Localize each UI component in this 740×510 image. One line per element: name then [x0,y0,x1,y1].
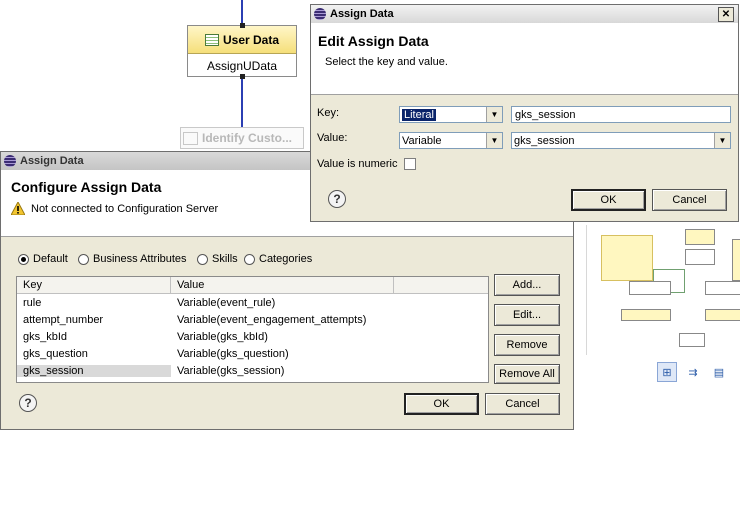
warning-icon [11,202,25,215]
assign-data-table[interactable]: Key Value rule Variable(event_rule) atte… [16,276,489,383]
config-ok-button[interactable]: OK [404,393,479,415]
cell-key: attempt_number [23,313,104,326]
value-select[interactable]: gks_session ▼ [511,132,731,149]
cell-value: Variable(event_engagement_attempts) [177,313,367,326]
radio-skills[interactable]: Skills [197,253,238,265]
help-icon[interactable]: ? [328,190,346,208]
cell-key: gks_question [23,347,88,360]
radio-dot[interactable] [244,253,255,265]
numeric-label: Value is numeric [317,158,398,170]
table-icon [204,33,219,46]
edit-cancel-button[interactable]: Cancel [652,189,727,211]
table-header: Key Value [17,277,488,294]
edit-button[interactable]: Edit... [494,304,560,326]
flow-connector-top [241,0,243,25]
node-handle-top[interactable] [240,23,245,28]
value-type-value: Variable [402,134,442,147]
table-row[interactable]: attempt_number Variable(event_engagement… [17,311,488,328]
cell-key: gks_session [17,364,171,377]
numeric-checkbox-row[interactable]: Value is numeric [317,158,416,170]
dialog-title: Assign Data [330,8,394,20]
diagram-outline[interactable] [586,225,740,355]
export-icon[interactable]: ▣ [735,362,740,382]
chevron-down-icon[interactable]: ▼ [486,107,502,122]
key-type-value: Literal [402,108,436,121]
dialog-titlebar[interactable]: Assign Data ✕ [311,5,738,23]
radio-default[interactable]: Default [18,253,68,265]
radio-categories[interactable]: Categories [244,253,312,265]
radio-dot[interactable] [78,253,89,265]
properties-icon[interactable]: ▤ [709,362,729,382]
value-label: Value: [317,132,348,144]
arrange-icon[interactable]: ⇉ [683,362,703,382]
chevron-down-icon[interactable]: ▼ [486,133,502,148]
radio-dot[interactable] [197,253,208,265]
cell-value: Variable(gks_session) [177,364,285,377]
key-type-select[interactable]: Literal ▼ [399,106,503,123]
header-title: Configure Assign Data [11,179,162,195]
table-row[interactable]: gks_kbId Variable(gks_kbId) [17,328,488,345]
chevron-down-icon[interactable]: ▼ [714,133,730,148]
key-input[interactable]: gks_session [511,106,731,123]
cell-value: Variable(gks_kbId) [177,330,268,343]
numeric-checkbox[interactable] [403,158,416,170]
column-header-value[interactable]: Value [171,277,394,293]
radio-dot[interactable] [18,253,29,265]
tree-view-icon[interactable]: ⊞ [657,362,677,382]
edit-ok-button[interactable]: OK [571,189,646,211]
warning-row: Not connected to Configuration Server [11,202,218,215]
table-row[interactable]: gks_question Variable(gks_question) [17,345,488,362]
header-subtitle: Select the key and value. [325,56,448,68]
radio-label: Business Attributes [93,253,187,265]
node-handle-bottom[interactable] [240,74,245,79]
warning-text: Not connected to Configuration Server [31,202,219,215]
outline-toolbar: ⊞ ⇉ ▤ ▣ [657,362,740,382]
radio-label: Default [33,253,68,265]
column-header-empty [394,277,488,293]
config-cancel-button[interactable]: Cancel [485,393,560,415]
node-title: User Data [222,32,280,47]
key-label: Key: [317,107,340,119]
radio-business-attributes[interactable]: Business Attributes [78,253,187,265]
cell-key: rule [23,296,42,309]
identify-customer-node[interactable]: Identify Custo... [180,127,304,149]
remove-all-button[interactable]: Remove All [494,364,560,384]
user-data-node[interactable]: User Data AssignUData [187,23,297,79]
dialog-header: Edit Assign Data Select the key and valu… [311,23,738,95]
node-title: Identify Custo... [202,131,292,145]
table-row[interactable]: rule Variable(event_rule) [17,294,488,311]
header-title: Edit Assign Data [318,33,429,49]
value-type-select[interactable]: Variable ▼ [399,132,503,149]
eclipse-icon [314,8,326,20]
dialog-title: Assign Data [20,155,84,167]
cell-value: Variable(gks_question) [177,347,289,360]
eclipse-icon [4,155,16,167]
add-button[interactable]: Add... [494,274,560,296]
close-icon[interactable]: ✕ [718,7,734,22]
cell-key: gks_kbId [23,330,68,343]
value-select-value: gks_session [514,134,575,147]
radio-label: Categories [259,253,313,265]
column-header-key[interactable]: Key [17,277,171,293]
table-row-selected[interactable]: gks_session Variable(gks_session) [17,362,488,379]
remove-button[interactable]: Remove [494,334,560,356]
help-icon[interactable]: ? [19,394,37,412]
cell-value: Variable(event_rule) [177,296,276,309]
flow-connector-middle [241,77,243,127]
radio-label: Skills [212,253,238,265]
edit-assign-data-dialog: Assign Data ✕ Edit Assign Data Select th… [310,4,739,222]
node-icon [183,131,198,145]
